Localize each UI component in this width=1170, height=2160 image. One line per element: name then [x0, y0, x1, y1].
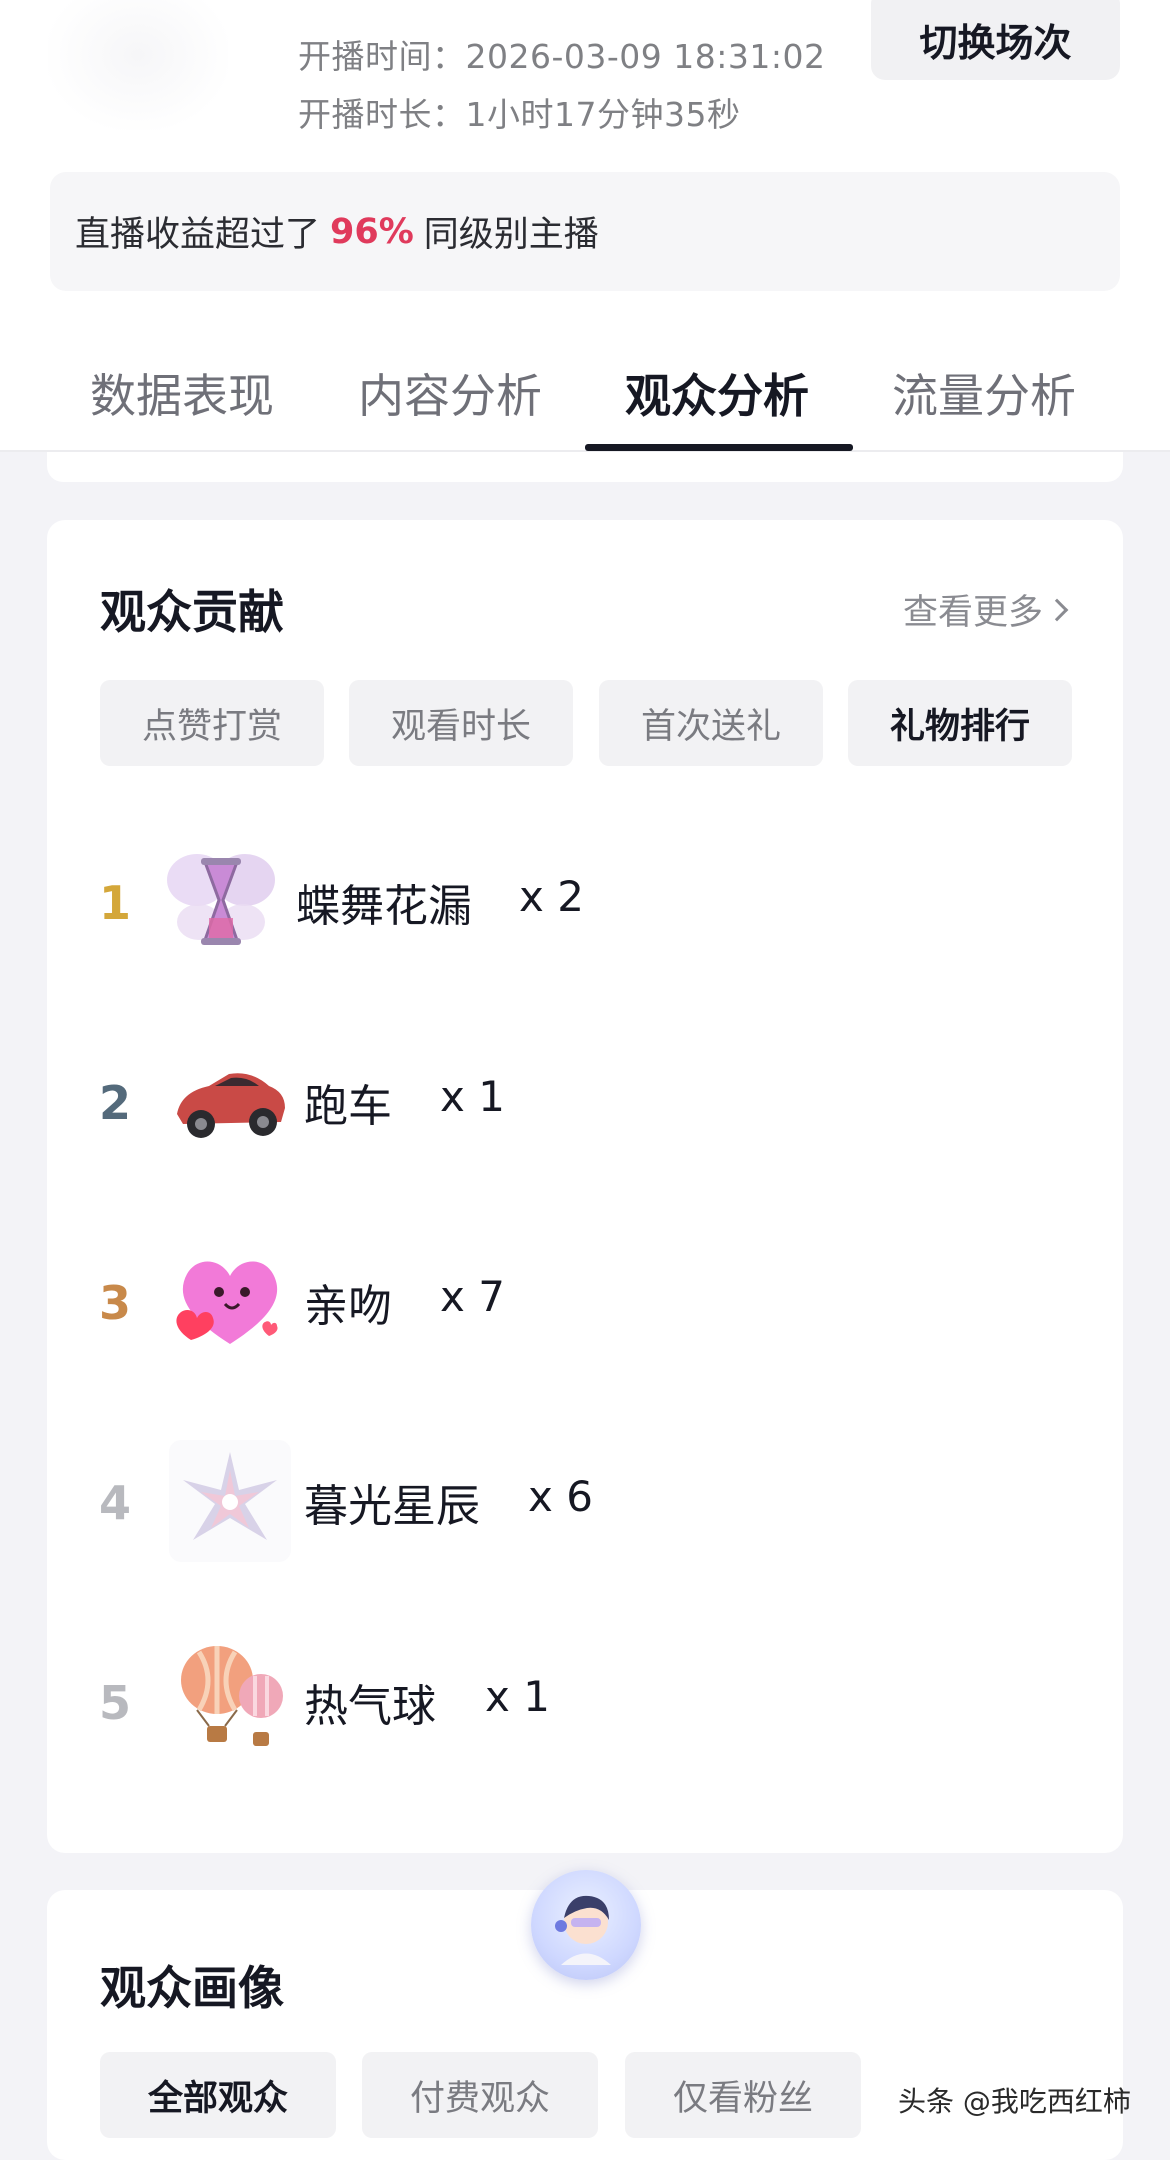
tab-data-performance[interactable]: 数据表现 [90, 360, 274, 426]
heart-kiss-icon [169, 1240, 291, 1362]
earnings-prefix: 直播收益超过了 [75, 215, 321, 255]
twilight-star-icon [169, 1440, 291, 1562]
active-tab-indicator [585, 444, 853, 451]
live-session-header: 开播时间：2026-03-09 18:31:02 开播时长：1小时17分钟35秒… [0, 0, 1170, 452]
gift-name: 跑车 [304, 1081, 392, 1132]
gift-rank-row: 2 跑车 x 1 [47, 1040, 1123, 1170]
rank-number: 2 [99, 1076, 132, 1130]
view-more-label: 查看更多 [902, 593, 1043, 633]
rank-number: 4 [99, 1476, 132, 1530]
tab-traffic-analysis[interactable]: 流量分析 [892, 360, 1076, 426]
gift-count: x 1 [485, 1672, 550, 1721]
chip-first-gift[interactable]: 首次送礼 [599, 680, 823, 766]
gift-count: x 1 [440, 1072, 505, 1121]
portrait-title: 观众画像 [100, 1961, 284, 2015]
analysis-tabs: 数据表现 内容分析 观众分析 流量分析 [0, 330, 1170, 452]
view-more-link[interactable]: 查看更多 [902, 584, 1069, 635]
assistant-avatar-icon[interactable] [531, 1870, 641, 1980]
earnings-suffix: 同级别主播 [423, 215, 599, 255]
anchor-avatar [48, 0, 228, 130]
gift-rank-row: 3 亲吻 x 7 [47, 1240, 1123, 1370]
tab-content-analysis[interactable]: 内容分析 [358, 360, 542, 426]
hot-air-balloon-icon [169, 1640, 291, 1762]
watermark-text: 头条 @我吃西红柿 [898, 2085, 1131, 2118]
gift-name: 亲吻 [304, 1281, 392, 1332]
gift-count: x 7 [440, 1272, 505, 1321]
chip-fans-only[interactable]: 仅看粉丝 [625, 2052, 861, 2138]
gift-rank-row: 1 蝶舞花漏 x 2 [47, 840, 1123, 970]
gift-count: x 6 [528, 1472, 593, 1521]
chip-paying-audience[interactable]: 付费观众 [362, 2052, 598, 2138]
rank-number: 5 [99, 1676, 132, 1730]
gift-count: x 2 [519, 872, 584, 921]
earnings-summary: 直播收益超过了 96% 同级别主播 [50, 172, 1120, 291]
rank-number: 1 [99, 876, 132, 930]
chip-watch-time[interactable]: 观看时长 [349, 680, 573, 766]
earnings-percent: 96% [330, 211, 414, 252]
butterfly-hourglass-icon [159, 840, 281, 962]
chip-all-audience[interactable]: 全部观众 [100, 2052, 336, 2138]
gift-rank-row: 4 暮光星辰 x 6 [47, 1440, 1123, 1570]
gift-name: 热气球 [304, 1681, 436, 1732]
start-time: 开播时间：2026-03-09 18:31:02 [298, 37, 826, 76]
switch-session-button[interactable]: 切换场次 [871, 0, 1120, 80]
sports-car-icon [169, 1040, 291, 1162]
chip-gift-ranking[interactable]: 礼物排行 [848, 680, 1072, 766]
contribution-title: 观众贡献 [100, 585, 284, 639]
gift-name: 蝶舞花漏 [296, 881, 472, 932]
tab-audience-analysis[interactable]: 观众分析 [625, 360, 809, 426]
gift-rank-row: 5 热气球 x 1 [47, 1640, 1123, 1770]
chip-likes-tips[interactable]: 点赞打赏 [100, 680, 324, 766]
gift-name: 暮光星辰 [304, 1481, 480, 1532]
rank-number: 3 [99, 1276, 132, 1330]
live-duration: 开播时长：1小时17分钟35秒 [298, 95, 741, 134]
previous-card-edge [47, 452, 1123, 482]
chevron-right-icon [1045, 598, 1069, 621]
audience-contribution-card: 观众贡献 查看更多 点赞打赏 观看时长 首次送礼 礼物排行 1 蝶舞花漏 x 2… [47, 520, 1123, 1853]
